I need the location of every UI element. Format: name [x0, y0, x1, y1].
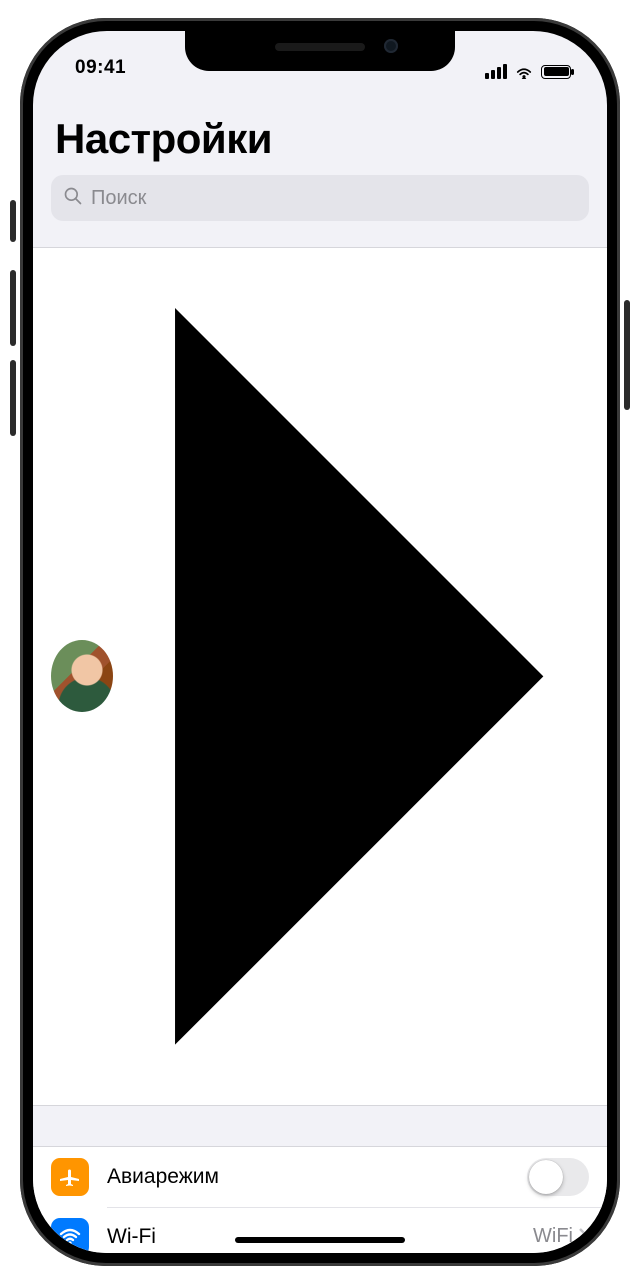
search-field[interactable] [51, 175, 589, 221]
phone-frame: 09:41 Настройки John Appleseed [20, 18, 620, 1266]
home-indicator[interactable] [235, 1237, 405, 1243]
search-icon [63, 186, 83, 211]
airplane-label: Авиарежим [107, 1165, 527, 1189]
page-title: Настройки [33, 81, 607, 171]
status-time: 09:41 [75, 57, 126, 79]
wifi-icon [51, 1218, 89, 1253]
airplane-icon [51, 1158, 89, 1196]
airplane-mode-row[interactable]: Авиарежим [33, 1147, 607, 1207]
profile-group: John Appleseed Apple ID, iCloud, медиама… [33, 247, 607, 1106]
battery-icon [541, 65, 571, 79]
chevron-right-icon [129, 262, 589, 1091]
search-input[interactable] [91, 187, 577, 210]
airplane-toggle[interactable] [527, 1158, 589, 1196]
chevron-right-icon [579, 1228, 589, 1246]
notch [185, 31, 455, 71]
wifi-status-icon [514, 65, 534, 79]
apple-id-row[interactable]: John Appleseed Apple ID, iCloud, медиама… [33, 248, 607, 1105]
avatar [51, 640, 113, 712]
screen: 09:41 Настройки John Appleseed [33, 31, 607, 1253]
cellular-signal-icon [485, 64, 507, 79]
wifi-row[interactable]: Wi-Fi WiFi [33, 1207, 607, 1253]
wifi-value: WiFi [533, 1225, 573, 1248]
